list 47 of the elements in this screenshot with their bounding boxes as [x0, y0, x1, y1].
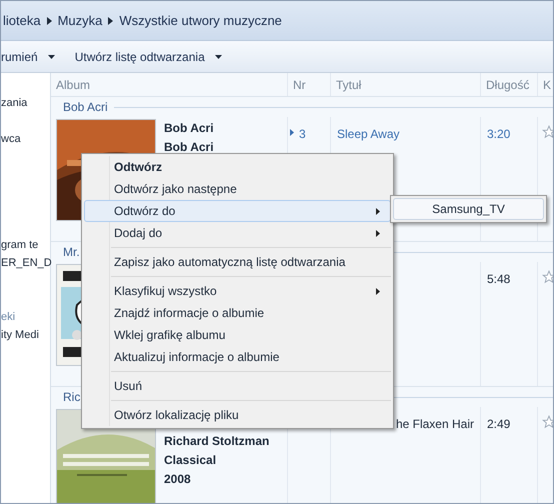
album-detail: Bob Acri — [164, 120, 214, 136]
nav-item[interactable]: eki — [1, 309, 16, 325]
breadcrumb-item[interactable]: Wszystkie utwory muzyczne — [119, 10, 282, 30]
star-icon[interactable] — [542, 270, 553, 284]
toolbar-button[interactable]: Utwórz listę odtwarzania — [74, 48, 222, 66]
breadcrumb-item[interactable]: lioteka — [3, 10, 41, 30]
menu-item[interactable]: Otwórz lokalizację pliku — [84, 404, 391, 426]
dropdown-icon — [214, 54, 222, 58]
menu-item[interactable]: Znajdź informacje o albumie — [84, 302, 391, 324]
menu-item[interactable]: Klasyfikuj wszystko — [84, 280, 391, 302]
menu-item[interactable]: Samsung_TV — [393, 198, 544, 220]
album-detail: 2008 — [164, 471, 192, 487]
track-length: 3:20 — [487, 127, 510, 141]
album-detail: Richard Stoltzman — [164, 433, 270, 449]
menu-item[interactable]: Zapisz jako automatyczną listę odtwarzania — [84, 251, 391, 273]
toolbar-button[interactable]: rumień — [1, 48, 55, 66]
star-icon[interactable] — [542, 415, 553, 429]
menu-item[interactable]: Odtwórz do — [84, 200, 391, 222]
menu-item[interactable]: Usuń — [84, 375, 391, 397]
submenu-arrow-icon — [376, 208, 380, 214]
submenu-arrow-icon — [376, 288, 380, 294]
nav-item[interactable]: ER_EN_D — [1, 255, 52, 271]
submenu-arrow-icon — [376, 230, 380, 236]
nav-item[interactable]: zania — [1, 95, 28, 111]
nav-item[interactable]: gram te — [1, 237, 38, 253]
album-detail: Bob Acri — [164, 139, 214, 155]
play-icon — [290, 129, 294, 136]
chevron-icon — [46, 16, 52, 24]
group-header: Mr. — [63, 244, 80, 261]
menu-item[interactable]: Odtwórz jako następne — [84, 178, 391, 200]
album-detail: Classical — [164, 452, 218, 468]
breadcrumb-item[interactable]: Muzyka — [58, 10, 102, 30]
menu-item[interactable]: Odtwórz — [84, 156, 391, 178]
group-header: Ric — [63, 389, 80, 406]
nav-item[interactable]: wca — [1, 131, 21, 147]
chevron-icon — [108, 16, 114, 24]
track-number: 3 — [299, 126, 306, 143]
menu-item[interactable]: Aktualizuj informacje o albumie — [84, 346, 391, 368]
nav-item[interactable]: ity Medi — [1, 327, 39, 343]
group-header: Bob Acri — [63, 99, 108, 116]
menu-item[interactable]: Wklej grafikę albumu — [84, 324, 391, 346]
star-icon[interactable] — [542, 125, 553, 139]
dropdown-icon — [48, 54, 55, 58]
track-length: 5:48 — [487, 272, 510, 286]
track-title[interactable]: he Flaxen Hair — [396, 415, 474, 503]
menu-item[interactable]: Dodaj do — [84, 222, 391, 244]
track-length: 2:49 — [487, 417, 510, 431]
